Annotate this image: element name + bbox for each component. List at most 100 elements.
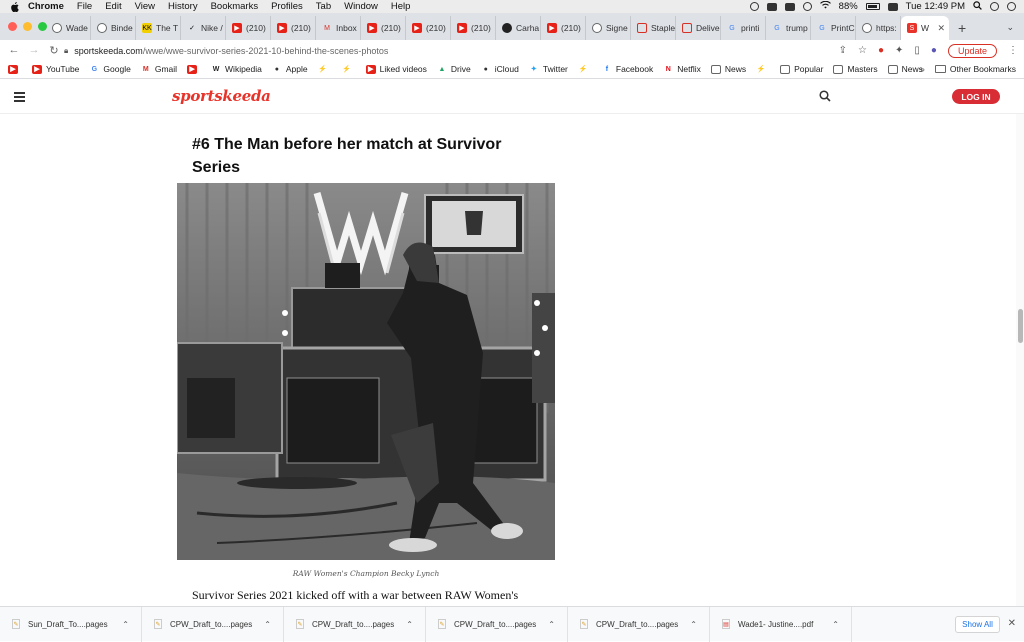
bookmark-item[interactable]: ⚡ [342,65,356,74]
share-icon[interactable]: ⇪ [839,45,847,56]
download-item[interactable]: ✎ CPW_Draft_to....pages ⌃ [284,606,426,642]
download-item[interactable]: ✎ CPW_Draft_to....pages ⌃ [142,606,284,642]
chevron-up-icon[interactable]: ⌃ [406,620,413,629]
article-photo[interactable] [177,183,555,560]
bookmark-item[interactable]: Masters [833,64,878,74]
bookmarks-overflow-button[interactable]: » [920,64,925,74]
chevron-up-icon[interactable]: ⌃ [548,620,555,629]
bookmark-item[interactable]: f Facebook [602,64,654,74]
browser-tab[interactable]: ▶ (210) [541,16,586,40]
battery-icon[interactable] [865,3,880,10]
browser-tab[interactable]: ✓ Nike / [181,16,226,40]
siri-icon[interactable] [1007,2,1016,11]
menu-tab[interactable]: Tab [316,1,331,12]
browser-tab[interactable]: Carha [496,16,541,40]
reload-button[interactable]: ↻ [44,44,64,57]
bookmark-item[interactable]: ▶ Liked videos [365,64,427,74]
login-button[interactable]: LOG IN [952,89,1000,104]
other-bookmarks[interactable]: Other Bookmarks [950,64,1016,74]
chevron-up-icon[interactable]: ⌃ [832,620,839,629]
close-downloads-icon[interactable]: ✕ [1008,618,1016,629]
tab-search-chevron-icon[interactable]: ⌄ [1006,22,1014,33]
extensions-puzzle-icon[interactable]: ✦ [895,45,903,56]
bookmark-item[interactable]: W Wikipedia [211,64,262,74]
hamburger-menu-icon[interactable] [14,92,25,104]
browser-tab[interactable]: M Inbox [316,16,361,40]
menu-profiles[interactable]: Profiles [271,1,303,12]
bookmark-item[interactable]: ▶ [187,64,201,74]
close-tab-icon[interactable]: ✕ [937,23,945,34]
chevron-up-icon[interactable]: ⌃ [264,620,271,629]
new-tab-button[interactable]: + [958,20,966,36]
minimize-window-button[interactable] [23,22,32,31]
download-item[interactable]: ✎ CPW_Draft_to....pages ⌃ [426,606,568,642]
bookmark-item[interactable]: ● Apple [272,64,308,74]
browser-tab[interactable]: ▶ (210) [406,16,451,40]
menu-bookmarks[interactable]: Bookmarks [211,1,259,12]
apple-menu-icon[interactable] [10,1,20,12]
creative-cloud-icon[interactable] [749,2,759,11]
chevron-up-icon[interactable]: ⌃ [690,620,697,629]
bookmark-item[interactable]: News [887,64,923,74]
download-item[interactable]: ▤ Wade1- Justine....pdf ⌃ [710,606,852,642]
camera-icon[interactable] [784,2,795,11]
menu-help[interactable]: Help [391,1,411,12]
update-button[interactable]: Update [947,43,997,58]
search-icon[interactable] [819,90,831,105]
browser-tab[interactable]: ▶ (210) [361,16,406,40]
download-item[interactable]: ✎ Sun_Draft_To....pages ⌃ [0,606,142,642]
clock-icon[interactable] [802,2,812,11]
menu-app-chrome[interactable]: Chrome [28,1,64,12]
bookmark-item[interactable]: M Gmail [141,64,177,74]
download-item[interactable]: ✎ CPW_Draft_to....pages ⌃ [568,606,710,642]
close-window-button[interactable] [8,22,17,31]
browser-tab[interactable]: S W ✕ [901,16,949,40]
spotlight-search-icon[interactable] [973,0,982,13]
bookmark-item[interactable]: N Netflix [663,64,701,74]
browser-tab[interactable]: ▶ (210) [271,16,316,40]
browser-tab[interactable]: Gtrump [766,16,811,40]
browser-tab[interactable]: https: [856,16,901,40]
control-center-icon[interactable] [990,2,999,11]
menu-window[interactable]: Window [344,1,378,12]
bookmark-item[interactable]: News [710,64,746,74]
clock-text[interactable]: Tue 12:49 PM [906,1,965,12]
browser-tab[interactable]: Binde [91,16,136,40]
browser-tab[interactable]: Staple [631,16,676,40]
lock-icon[interactable]: 🔒︎ [64,46,68,56]
bookmark-item[interactable]: ▶ [8,64,22,74]
display-icon[interactable] [766,2,777,11]
scrollbar-thumb[interactable] [1018,309,1023,343]
back-button[interactable]: ← [4,44,24,56]
browser-tab[interactable]: Gprinti [721,16,766,40]
side-panel-icon[interactable]: ▯ [914,45,920,56]
bookmark-item[interactable]: ▲ Drive [437,64,470,74]
bookmark-item[interactable]: ⚡ [318,65,332,74]
input-source-icon[interactable] [887,2,898,11]
show-all-downloads-button[interactable]: Show All [955,616,1000,633]
address-bar[interactable]: 🔒︎ sportskeeda.com/wwe/wwe-survivor-seri… [64,42,884,59]
browser-tab[interactable]: Delive [676,16,721,40]
bookmark-item[interactable]: ✦ Twitter [529,64,568,74]
profile-avatar-icon[interactable]: ● [931,45,937,56]
sportskeeda-logo[interactable]: sportskeeda [172,87,271,105]
bookmark-item[interactable]: Popular [780,64,823,74]
bookmark-item[interactable]: ⚡ [756,65,770,74]
bookmark-item[interactable]: ⚡ [578,65,592,74]
browser-tab[interactable]: G PrintC [811,16,856,40]
forward-button[interactable]: → [24,44,44,56]
browser-tab[interactable]: ▶ (210) [451,16,496,40]
browser-tab[interactable]: KK The T [136,16,181,40]
browser-tab[interactable]: Signe [586,16,631,40]
browser-tab[interactable]: Wade [46,16,91,40]
extension-badge-icon[interactable]: ● [878,45,884,56]
page-scrollbar[interactable] [1016,114,1024,606]
menu-history[interactable]: History [168,1,198,12]
chevron-up-icon[interactable]: ⌃ [122,620,129,629]
bookmark-item[interactable]: ▶ YouTube [32,64,79,74]
bookmark-star-icon[interactable]: ☆ [858,45,867,56]
bookmark-item[interactable]: G Google [89,64,131,74]
browser-tab[interactable]: ▶ (210) [226,16,271,40]
menu-edit[interactable]: Edit [105,1,121,12]
menu-view[interactable]: View [135,1,155,12]
